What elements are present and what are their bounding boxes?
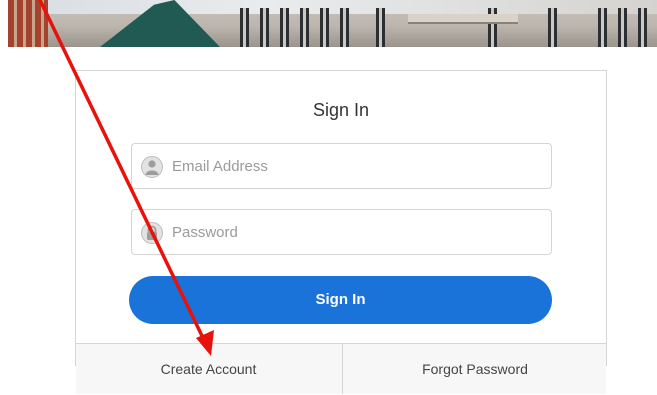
email-input[interactable]	[172, 144, 542, 188]
password-field[interactable]	[131, 209, 552, 255]
sign-in-button[interactable]: Sign In	[129, 276, 552, 324]
forgot-password-link[interactable]: Forgot Password	[342, 344, 607, 394]
lock-icon	[141, 222, 163, 244]
header-banner-image	[8, 0, 657, 47]
password-input[interactable]	[172, 210, 542, 254]
card-footer: Create Account Forgot Password	[76, 343, 606, 394]
user-icon	[141, 156, 163, 178]
create-account-link[interactable]: Create Account	[76, 344, 341, 394]
sign-in-title: Sign In	[312, 100, 370, 120]
email-field[interactable]	[131, 143, 552, 189]
sign-in-card: Sign In Sign In Create Account Forgot Pa…	[75, 70, 607, 394]
